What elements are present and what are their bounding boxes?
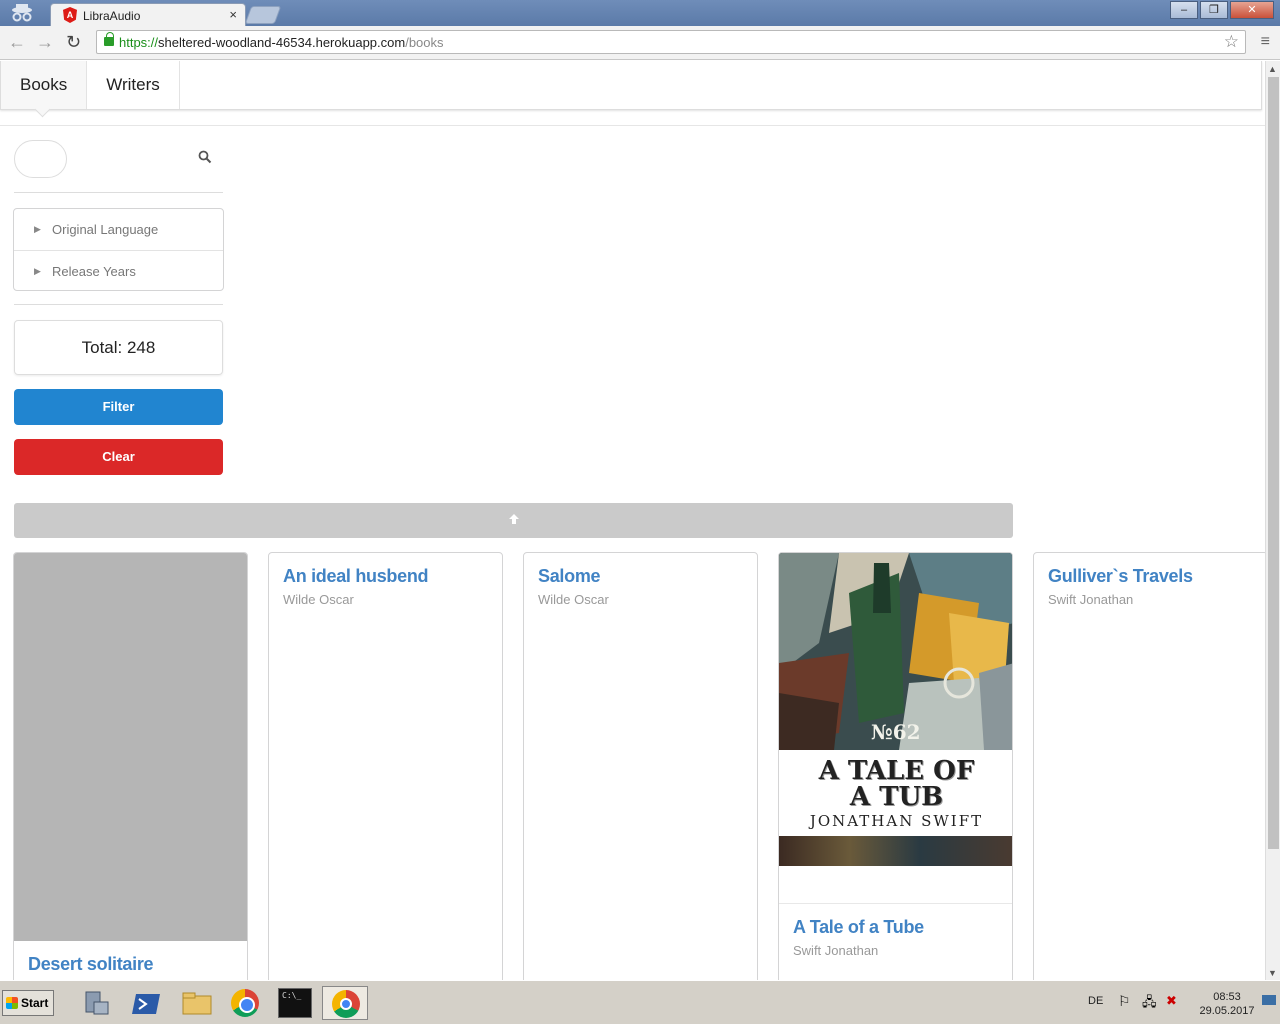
book-card[interactable]: Gulliver`s Travels Swift Jonathan: [1033, 552, 1265, 980]
book-card[interactable]: An ideal husbend Wilde Oscar: [268, 552, 503, 980]
book-author: Wilde Oscar: [538, 592, 609, 607]
address-bar[interactable]: https://sheltered-woodland-46534.herokua…: [96, 30, 1246, 54]
svg-text:№62: №62: [871, 720, 921, 744]
search-icon[interactable]: [198, 150, 212, 167]
book-author: Wilde Oscar: [283, 592, 354, 607]
book-title[interactable]: Salome: [538, 566, 743, 587]
windows-logo-icon: [6, 997, 18, 1009]
clear-button[interactable]: Clear: [14, 439, 223, 475]
window-controls: ‒ ❐ ✕: [1168, 1, 1274, 19]
browser-titlebar: A LibraAudio × ‒ ❐ ✕: [0, 0, 1280, 27]
tab-close-icon[interactable]: ×: [229, 7, 237, 22]
book-title[interactable]: An ideal husbend: [283, 566, 488, 587]
start-button[interactable]: Start: [2, 990, 54, 1016]
restore-button[interactable]: ❐: [1200, 1, 1228, 19]
command-prompt-icon[interactable]: C:\_: [278, 988, 312, 1018]
scrollbar-thumb[interactable]: [1268, 77, 1279, 849]
minimize-button[interactable]: ‒: [1170, 1, 1198, 19]
show-desktop-icon[interactable]: [1262, 995, 1276, 1005]
divider: [14, 304, 223, 305]
url-text: https://sheltered-woodland-46534.herokua…: [119, 35, 444, 50]
divider: [779, 866, 1012, 904]
scroll-down-icon[interactable]: ▼: [1268, 968, 1277, 978]
book-title[interactable]: A Tale of a Tube: [793, 917, 998, 938]
close-window-button[interactable]: ✕: [1230, 1, 1274, 19]
divider: [14, 192, 223, 193]
filter-release-years[interactable]: ▶ Release Years: [14, 250, 223, 291]
book-author: Swift Jonathan: [793, 943, 879, 958]
file-explorer-icon[interactable]: [180, 988, 214, 1018]
scroll-up-bar[interactable]: [14, 503, 1013, 538]
caret-right-icon: ▶: [34, 266, 41, 276]
filter-accordion: ▶ Original Language ▶ Release Years: [13, 208, 224, 291]
book-title[interactable]: Gulliver`s Travels: [1048, 566, 1253, 587]
forward-icon[interactable]: →: [36, 32, 54, 53]
tab-title: LibraAudio: [83, 9, 141, 23]
book-author: Swift Jonathan: [1048, 592, 1134, 607]
back-icon[interactable]: ←: [8, 32, 26, 53]
filter-original-language[interactable]: ▶ Original Language: [14, 209, 223, 250]
action-center-flag-icon[interactable]: ⚐: [1118, 993, 1131, 1010]
book-cover-placeholder: [14, 553, 247, 941]
new-tab-button[interactable]: [244, 6, 282, 24]
divider: [0, 125, 1265, 126]
nav-item-writers[interactable]: Writers: [87, 61, 180, 109]
filter-button[interactable]: Filter: [14, 389, 223, 425]
chrome-icon[interactable]: [231, 989, 259, 1017]
reload-icon[interactable]: ↻: [66, 32, 81, 53]
browser-toolbar: ← → ↻ https://sheltered-woodland-46534.h…: [0, 26, 1280, 60]
angular-icon: A: [63, 7, 77, 23]
page-content: Books Writers ▶ Original Language ▶ Rele…: [0, 61, 1265, 980]
search-input[interactable]: [14, 140, 67, 178]
browser-menu-icon[interactable]: ≡: [1261, 33, 1270, 51]
book-title[interactable]: Desert solitaire: [28, 954, 233, 975]
cover-title: A TALE OF A TUB: [818, 756, 975, 812]
total-count: Total: 248: [14, 320, 223, 375]
windows-taskbar: Start C:\_ DE ⚐ 🖧 ✖ 08:53 29.05.2017: [0, 980, 1280, 1024]
language-indicator[interactable]: DE: [1088, 995, 1103, 1007]
lock-icon: [104, 32, 114, 46]
top-menu: Books Writers: [0, 61, 1262, 110]
arrow-up-icon: [508, 512, 520, 528]
vertical-scrollbar[interactable]: ▲ ▼: [1265, 61, 1280, 980]
volume-muted-icon[interactable]: ✖: [1166, 993, 1177, 1009]
caret-right-icon: ▶: [34, 224, 41, 234]
server-manager-icon[interactable]: [80, 988, 114, 1018]
search-box: [14, 140, 223, 178]
book-card[interactable]: №62 A TALE OF A TUB JONATHAN SWIFT A Tale…: [778, 552, 1013, 980]
network-icon[interactable]: 🖧: [1142, 993, 1157, 1015]
cover-author: JONATHAN SWIFT: [809, 812, 984, 830]
taskbar-chrome-active[interactable]: [322, 986, 368, 1020]
book-card[interactable]: Salome Wilde Oscar: [523, 552, 758, 980]
book-cover-image: №62 A TALE OF A TUB JONATHAN SWIFT: [779, 553, 1012, 866]
scroll-up-icon[interactable]: ▲: [1268, 64, 1277, 74]
powershell-icon[interactable]: [130, 988, 164, 1018]
browser-tab-active[interactable]: A LibraAudio ×: [50, 3, 246, 27]
system-clock[interactable]: 08:53 29.05.2017: [1192, 990, 1262, 1018]
nav-item-books[interactable]: Books: [1, 61, 88, 109]
book-card[interactable]: Desert solitaire: [13, 552, 248, 980]
incognito-icon: [4, 2, 40, 24]
bookmark-star-icon[interactable]: ☆: [1224, 32, 1239, 52]
